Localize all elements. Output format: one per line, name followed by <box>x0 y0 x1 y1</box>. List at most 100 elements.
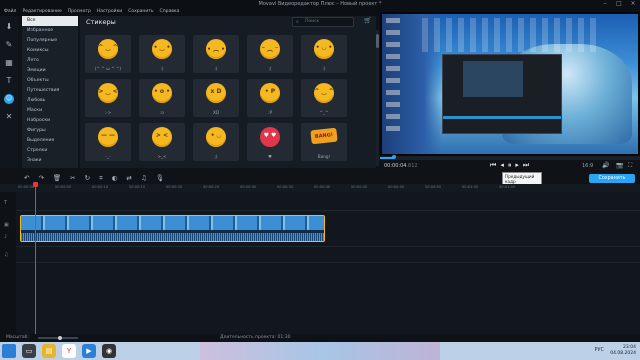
category-item[interactable]: Комиксы <box>22 46 78 56</box>
sticker-item[interactable]: ♥ ♥ ♥ <box>247 123 293 161</box>
obs-icon[interactable]: ◉ <box>102 344 116 358</box>
category-item[interactable]: Наброски <box>22 116 78 126</box>
zoom-knob[interactable] <box>58 336 62 340</box>
menu-view[interactable]: Просмотр <box>68 8 91 16</box>
titles-icon[interactable]: T <box>4 76 14 86</box>
sticker-item[interactable]: • P:P <box>247 79 293 117</box>
menu-settings[interactable]: Настройки <box>97 8 122 16</box>
sticker-item[interactable]: • ︵ •:( <box>193 35 239 73</box>
emoji-icon: x D <box>206 83 226 103</box>
clock[interactable]: 23:04 04.08.2024 <box>610 345 636 357</box>
maximize-icon[interactable]: □ <box>612 0 626 8</box>
tick-label: 00:01:05 <box>499 185 516 189</box>
menu-save[interactable]: Сохранить <box>128 8 153 16</box>
category-item[interactable]: Эмоции <box>22 66 78 76</box>
sticker-item[interactable]: • ◡;) <box>193 123 239 161</box>
sticker-item[interactable]: x D XD <box>193 79 239 117</box>
video-track-icon[interactable]: ▣ <box>4 222 9 228</box>
category-item[interactable]: Маски <box>22 106 78 116</box>
emoji-icon: — — <box>98 127 118 147</box>
category-item[interactable]: Объекты <box>22 76 78 86</box>
sticker-item[interactable]: > ‿ <:-> <box>85 79 131 117</box>
progress-handle[interactable] <box>392 155 396 159</box>
prev-icon[interactable]: ⏮ <box>490 161 496 170</box>
sticker-item[interactable]: • ‿ •:) <box>139 35 185 73</box>
timeline-ruler[interactable]: 00:00:00 00:00:05 00:00:10 00:00:15 00:0… <box>0 184 640 192</box>
minimize-icon[interactable]: – <box>598 0 612 8</box>
filters-icon[interactable]: ✎ <box>4 40 14 50</box>
sticker-item[interactable]: • ◡ •:) <box>301 35 347 73</box>
category-item[interactable]: Знаки <box>22 156 78 166</box>
sticker-item[interactable]: > < >_< <box>139 123 185 161</box>
cut-icon[interactable]: ✂ <box>70 172 75 184</box>
record-icon[interactable]: 🎙 <box>156 172 164 184</box>
color-icon[interactable]: ◐ <box>112 172 118 184</box>
music-track-icon[interactable]: ♫ <box>4 252 8 258</box>
category-item[interactable]: Любовь <box>22 96 78 106</box>
movavi-icon[interactable]: ▶ <box>82 344 96 358</box>
sticker-item[interactable]: • o •:o <box>139 79 185 117</box>
close-icon[interactable]: × <box>626 0 640 8</box>
playhead[interactable] <box>33 182 38 334</box>
clip-waveform <box>21 233 324 241</box>
transition-icon[interactable]: ⇄ <box>126 172 131 184</box>
emoji-icon: • ◡ • <box>314 39 334 59</box>
category-item[interactable]: Избранное <box>22 26 78 36</box>
taskview-icon[interactable]: ▭ <box>22 344 36 358</box>
import-icon[interactable]: ⬇ <box>4 22 14 32</box>
tools-icon[interactable]: ✕ <box>4 112 14 122</box>
audio-icon[interactable]: ♫ <box>141 172 147 184</box>
delete-icon[interactable]: 🗑 <box>53 172 61 184</box>
stickers-icon[interactable]: ☺ <box>4 94 14 104</box>
redo-icon[interactable]: ↷ <box>38 172 43 184</box>
search-input[interactable]: ⌕ Поиск <box>292 17 354 27</box>
tray-lang[interactable]: РУС <box>594 347 604 353</box>
next-icon[interactable]: ⏭ <box>523 161 529 170</box>
left-toolbar: ⬇ ✎ ▦ T ☺ ✕ <box>0 16 18 168</box>
text-track-icon[interactable]: T <box>4 200 7 206</box>
undo-icon[interactable]: ↶ <box>24 172 29 184</box>
category-item[interactable]: Все <box>22 16 78 26</box>
sticker-item[interactable]: ^ ‿ ^ (^ ^ ω ^ ^) <box>85 35 131 73</box>
sticker-item[interactable]: ^ ‿ ^ ^_^ <box>301 79 347 117</box>
sticker-item[interactable]: ᵔ ︵ ᵔ ;( <box>247 35 293 73</box>
menu-help[interactable]: Справка <box>160 8 180 16</box>
tick-label: 00:00:30 <box>240 185 257 189</box>
playhead-handle[interactable] <box>33 182 38 187</box>
transitions-icon[interactable]: ▦ <box>4 58 14 68</box>
rotate-icon[interactable]: ↻ <box>85 172 90 184</box>
aspect-ratio-select[interactable]: 16:9 <box>582 163 593 169</box>
scroll-thumb[interactable] <box>376 34 379 48</box>
save-button[interactable]: Сохранить <box>589 174 635 183</box>
menu-file[interactable]: Файл <box>4 8 16 16</box>
menu-edit[interactable]: Редактирование <box>22 8 61 16</box>
video-clip[interactable] <box>20 215 325 242</box>
fullscreen-icon[interactable]: ⛶ <box>628 162 632 170</box>
tick-label: 00:00:10 <box>92 185 109 189</box>
folder-icon[interactable]: ▤ <box>42 344 56 358</box>
pause-icon[interactable]: ⏸ <box>508 161 512 170</box>
category-item[interactable]: Фигуры <box>22 126 78 136</box>
category-item[interactable]: Популярные <box>22 36 78 46</box>
tick-label: 00:00:05 <box>55 185 72 189</box>
category-item[interactable]: Выделение <box>22 136 78 146</box>
tick-label: 00:00:50 <box>388 185 405 189</box>
sticker-item[interactable]: — — -_- <box>85 123 131 161</box>
step-forward-icon[interactable]: ▸ <box>515 161 519 170</box>
store-icon[interactable]: 🛒 <box>364 17 371 24</box>
category-item[interactable]: Лето <box>22 56 78 66</box>
sticker-scrollbar[interactable] <box>376 30 379 166</box>
snapshot-icon[interactable]: 📷 <box>616 162 623 169</box>
category-item[interactable]: Стрелки <box>22 146 78 156</box>
crop-icon[interactable]: ⌗ <box>99 172 103 184</box>
video-preview[interactable] <box>380 12 640 156</box>
category-item[interactable]: Путешествия <box>22 86 78 96</box>
start-icon[interactable] <box>2 344 16 358</box>
tick-label: 00:00:45 <box>351 185 368 189</box>
sticker-item[interactable]: BANG! Bang! <box>301 123 347 161</box>
volume-icon[interactable]: 🔊 <box>602 162 609 169</box>
audio-track-icon[interactable]: ♪ <box>4 234 7 240</box>
step-back-icon[interactable]: ◂ <box>500 161 504 170</box>
yandex-icon[interactable]: Y <box>62 344 76 358</box>
zoom-slider[interactable] <box>38 336 78 340</box>
